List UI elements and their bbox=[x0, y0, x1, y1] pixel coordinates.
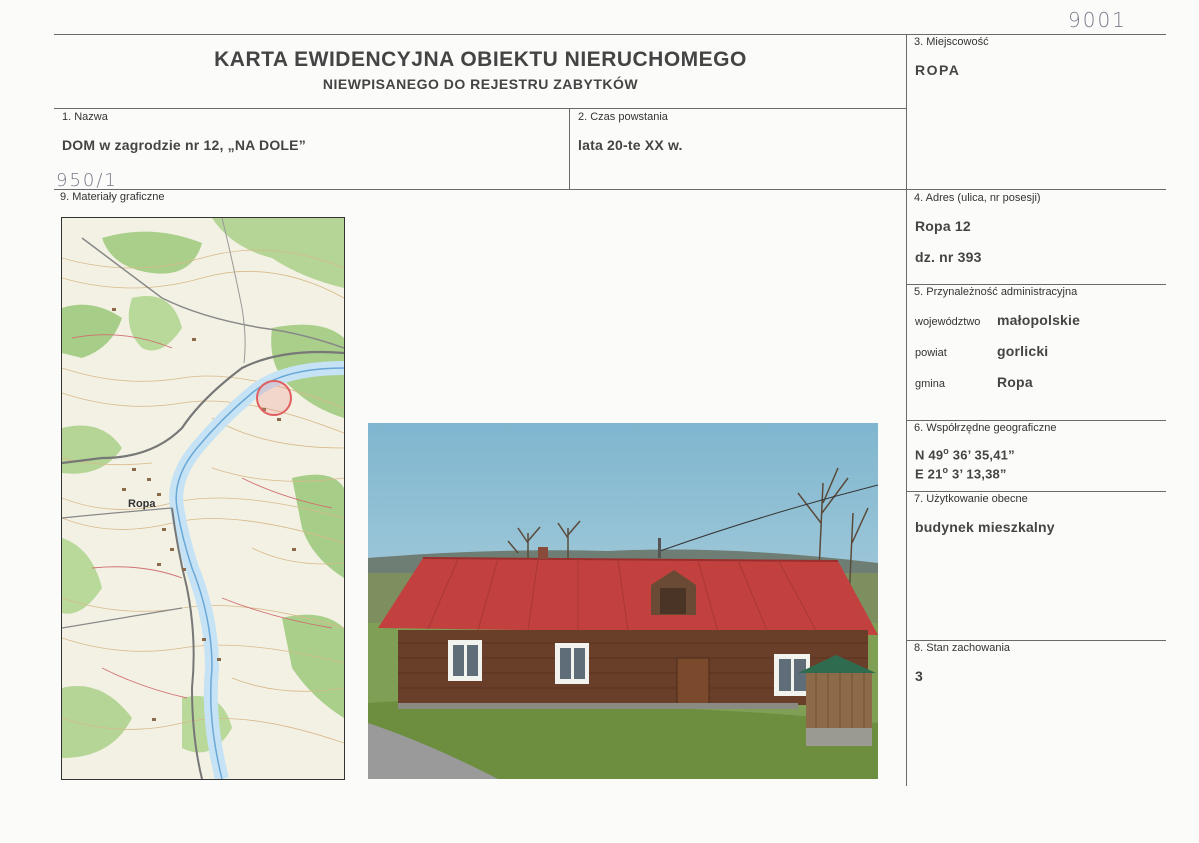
document-subtitle: NIEWPISANEGO DO REJESTRU ZABYTKÓW bbox=[322, 76, 639, 92]
topographic-map: Ropa bbox=[61, 217, 345, 780]
rule-under-name bbox=[54, 189, 1166, 190]
document-title: KARTA EWIDENCYJNA OBIEKTU NIERUCHOMEGO bbox=[214, 48, 747, 71]
stan-value: 3 bbox=[915, 668, 923, 684]
rule-under-adres bbox=[906, 284, 1166, 285]
materialy-label: 9. Materiały graficzne bbox=[60, 191, 165, 203]
rule-under-wspolrzedne bbox=[906, 491, 1166, 492]
stan-label: 8. Stan zachowania bbox=[914, 642, 1011, 654]
adres-label: 4. Adres (ulica, nr posesji) bbox=[914, 192, 1041, 204]
handwritten-side-number: 950/1 bbox=[56, 170, 118, 191]
rule-under-title bbox=[54, 108, 907, 109]
rule-main-divider bbox=[906, 34, 907, 786]
nazwa-value: DOM w zagrodzie nr 12, „NA DOLE” bbox=[62, 137, 306, 153]
handwritten-archive-number: 9001 bbox=[1068, 8, 1127, 32]
czas-value: lata 20-te XX w. bbox=[578, 137, 683, 153]
przynaleznosc-label: 5. Przynależność administracyjna bbox=[914, 286, 1078, 298]
house-photo bbox=[368, 423, 878, 779]
rule-under-uzytkowanie bbox=[906, 640, 1166, 641]
coord-n: N 49o 36’ 35,41” bbox=[915, 446, 1015, 463]
rule-top bbox=[54, 34, 1166, 35]
miejscowosc-value: ROPA bbox=[915, 62, 961, 78]
gmina-key: gmina bbox=[915, 378, 945, 390]
rule-under-przynaleznosc bbox=[906, 420, 1166, 421]
uzytkowanie-label: 7. Użytkowanie obecne bbox=[914, 493, 1028, 505]
gmina-value: Ropa bbox=[997, 374, 1033, 390]
adres-line2: dz. nr 393 bbox=[915, 249, 982, 265]
nazwa-label: 1. Nazwa bbox=[62, 111, 108, 123]
miejscowosc-label: 3. Miejscowość bbox=[914, 36, 989, 48]
powiat-key: powiat bbox=[915, 347, 947, 359]
adres-line1: Ropa 12 bbox=[915, 218, 971, 234]
rule-name-divider bbox=[569, 108, 570, 189]
coord-e: E 21o 3’ 13,38” bbox=[915, 465, 1007, 482]
powiat-value: gorlicki bbox=[997, 343, 1049, 359]
map-place-label: Ropa bbox=[128, 498, 156, 510]
wojewodztwo-key: województwo bbox=[915, 316, 981, 328]
uzytkowanie-value: budynek mieszkalny bbox=[915, 519, 1055, 535]
wspolrzedne-label: 6. Współrzędne geograficzne bbox=[914, 422, 1057, 434]
czas-label: 2. Czas powstania bbox=[578, 111, 668, 123]
wojewodztwo-value: małopolskie bbox=[997, 312, 1081, 328]
